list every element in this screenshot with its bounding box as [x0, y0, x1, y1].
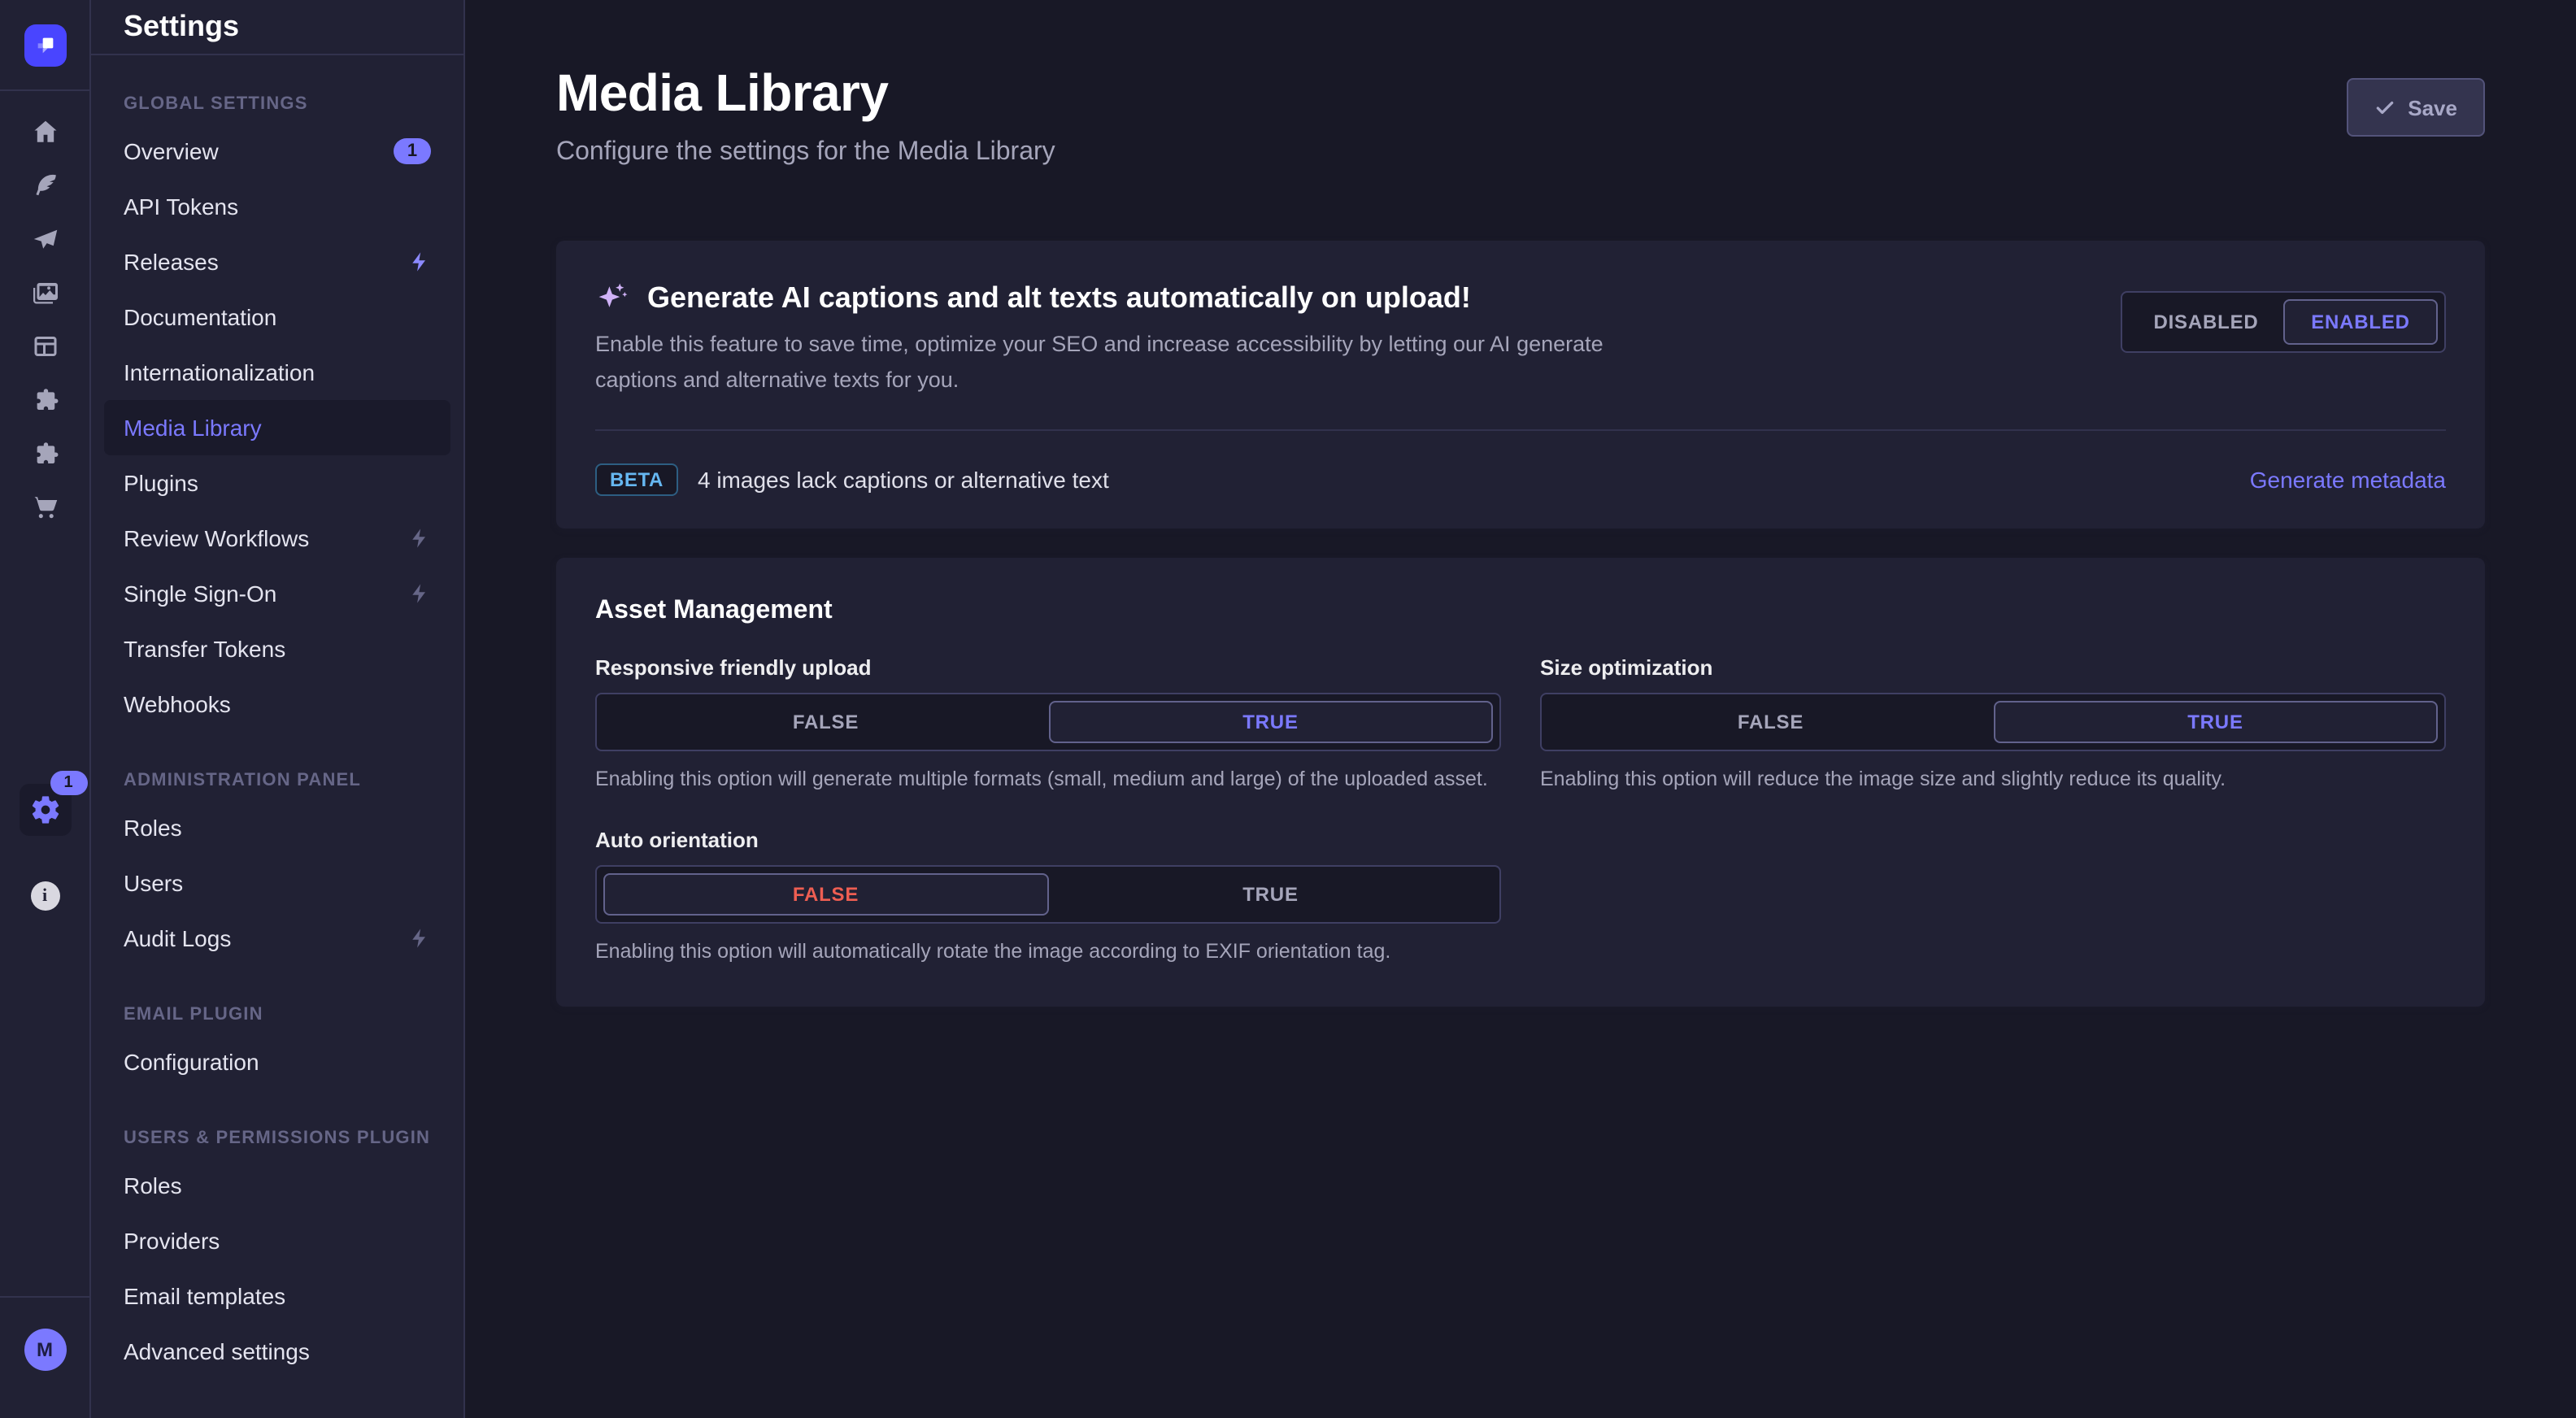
asset-management-title: Asset Management — [595, 597, 2446, 626]
sidebar-item-media-library[interactable]: Media Library — [104, 400, 450, 455]
section-users-permissions-plugin: Users & Permissions plugin Roles Provide… — [104, 1129, 450, 1379]
settings-gear-active-box: 1 — [19, 784, 71, 836]
sidebar-item-admin-roles[interactable]: Roles — [104, 800, 450, 855]
ai-sparkle-icon — [595, 280, 631, 315]
field-hint: Enabling this option will reduce the ima… — [1540, 764, 2446, 795]
rail-icon-list — [28, 115, 61, 524]
settings-gear-rail-item[interactable]: 1 — [19, 784, 71, 836]
ai-banner-title: Generate AI captions and alt texts autom… — [647, 281, 1471, 315]
settings-gear-icon — [28, 794, 61, 826]
generate-metadata-link[interactable]: Generate metadata — [2250, 467, 2446, 493]
missing-captions-status: 4 images lack captions or alternative te… — [698, 467, 2230, 493]
responsive-true-option[interactable]: TRUE — [1048, 701, 1493, 743]
beta-badge: BETA — [595, 463, 678, 496]
rail-divider — [0, 1296, 89, 1298]
responsive-false-option[interactable]: FALSE — [603, 701, 1048, 743]
section-label: Global settings — [104, 94, 450, 114]
auto-orientation-true-option[interactable]: TRUE — [1048, 873, 1493, 916]
lightning-bolt-icon — [408, 582, 431, 605]
extensions-puzzle-icon[interactable] — [28, 437, 61, 470]
sidebar-item-email-templates[interactable]: Email templates — [104, 1268, 450, 1324]
field-label: Responsive friendly upload — [595, 655, 1501, 680]
sidebar-item-providers[interactable]: Providers — [104, 1213, 450, 1268]
responsive-friendly-upload-toggle[interactable]: FALSE TRUE — [595, 693, 1501, 751]
auto-orientation-false-option[interactable]: FALSE — [603, 873, 1048, 916]
sidebar-title: Settings — [124, 10, 239, 44]
sidebar-item-webhooks[interactable]: Webhooks — [104, 676, 450, 732]
section-email-plugin: Email plugin Configuration — [104, 1005, 450, 1090]
main-nav-rail: 1 i M — [0, 0, 91, 1418]
media-library-images-icon[interactable] — [28, 276, 61, 309]
section-label: Users & Permissions plugin — [104, 1129, 450, 1148]
auto-orientation-toggle[interactable]: FALSE TRUE — [595, 865, 1501, 924]
sidebar-item-internationalization[interactable]: Internationalization — [104, 345, 450, 400]
ai-toggle-enabled-option[interactable]: ENABLED — [2283, 299, 2438, 345]
field-auto-orientation: Auto orientation FALSE TRUE Enabling thi… — [595, 828, 1501, 968]
save-button[interactable]: Save — [2346, 78, 2485, 137]
information-icon[interactable]: i — [30, 881, 59, 911]
sidebar-item-overview[interactable]: Overview 1 — [104, 124, 450, 179]
page-subtitle: Configure the settings for the Media Lib… — [556, 138, 1055, 167]
page-header: Media Library Configure the settings for… — [556, 65, 2485, 167]
user-avatar[interactable]: M — [24, 1329, 66, 1371]
section-global-settings: Global settings Overview 1 API Tokens Re… — [104, 94, 450, 732]
main-content: Media Library Configure the settings for… — [465, 0, 2576, 1418]
asset-management-card: Asset Management Responsive friendly upl… — [556, 558, 2485, 1006]
strapi-logo[interactable] — [24, 24, 66, 66]
settings-notification-badge: 1 — [50, 771, 87, 795]
strapi-settings-app: 1 i M Settings Global settings Overview … — [0, 0, 2576, 1418]
sidebar-item-admin-users[interactable]: Users — [104, 855, 450, 911]
field-label: Size optimization — [1540, 655, 2446, 680]
deploy-send-icon[interactable] — [28, 223, 61, 255]
check-icon — [2374, 97, 2395, 118]
sidebar-item-review-workflows[interactable]: Review Workflows — [104, 511, 450, 566]
section-label: Email plugin — [104, 1005, 450, 1024]
lightning-bolt-icon — [408, 527, 431, 550]
size-optimization-false-option[interactable]: FALSE — [1548, 701, 1993, 743]
field-size-optimization: Size optimization FALSE TRUE Enabling th… — [1540, 655, 2446, 795]
sidebar-item-single-sign-on[interactable]: Single Sign-On — [104, 566, 450, 621]
settings-sidebar-header: Settings — [91, 0, 463, 55]
field-hint: Enabling this option will generate multi… — [595, 764, 1501, 795]
section-label: Administration panel — [104, 771, 450, 790]
sidebar-item-up-roles[interactable]: Roles — [104, 1158, 450, 1213]
sidebar-item-audit-logs[interactable]: Audit Logs — [104, 911, 450, 966]
ai-captions-banner: Generate AI captions and alt texts autom… — [556, 241, 2485, 528]
section-administration-panel: Administration panel Roles Users Audit L… — [104, 771, 450, 966]
lightning-bolt-icon — [408, 250, 431, 273]
page-header-text: Media Library Configure the settings for… — [556, 65, 1055, 167]
sidebar-item-transfer-tokens[interactable]: Transfer Tokens — [104, 621, 450, 676]
ai-banner-footer: BETA 4 images lack captions or alternati… — [556, 431, 2485, 528]
sidebar-item-plugins[interactable]: Plugins — [104, 455, 450, 511]
sidebar-item-releases[interactable]: Releases — [104, 234, 450, 289]
plugins-puzzle-icon[interactable] — [28, 384, 61, 416]
field-hint: Enabling this option will automatically … — [595, 937, 1501, 968]
ai-banner-description: Enable this feature to save time, optimi… — [595, 327, 1636, 397]
asset-management-fields: Responsive friendly upload FALSE TRUE En… — [595, 655, 2446, 967]
sidebar-item-documentation[interactable]: Documentation — [104, 289, 450, 345]
ai-enabled-toggle[interactable]: DISABLED ENABLED — [2121, 291, 2446, 353]
sidebar-item-api-tokens[interactable]: API Tokens — [104, 179, 450, 234]
page-title: Media Library — [556, 65, 1055, 122]
size-optimization-true-option[interactable]: TRUE — [1993, 701, 2438, 743]
marketplace-cart-icon[interactable] — [28, 491, 61, 524]
overview-badge: 1 — [394, 138, 431, 164]
content-type-builder-feather-icon[interactable] — [28, 169, 61, 202]
field-label: Auto orientation — [595, 828, 1501, 852]
lightning-bolt-icon — [408, 927, 431, 950]
strapi-logo-icon — [32, 32, 58, 58]
field-responsive-friendly-upload: Responsive friendly upload FALSE TRUE En… — [595, 655, 1501, 795]
content-manager-layout-icon[interactable] — [28, 330, 61, 363]
save-button-label: Save — [2408, 95, 2457, 120]
rail-header — [0, 0, 89, 91]
sidebar-item-advanced-settings[interactable]: Advanced settings — [104, 1324, 450, 1379]
size-optimization-toggle[interactable]: FALSE TRUE — [1540, 693, 2446, 751]
settings-sidebar-list: Global settings Overview 1 API Tokens Re… — [91, 55, 463, 1418]
sidebar-item-email-configuration[interactable]: Configuration — [104, 1034, 450, 1090]
home-icon[interactable] — [28, 115, 61, 148]
settings-sidebar: Settings Global settings Overview 1 API … — [91, 0, 465, 1418]
ai-toggle-disabled-option[interactable]: DISABLED — [2129, 299, 2283, 345]
